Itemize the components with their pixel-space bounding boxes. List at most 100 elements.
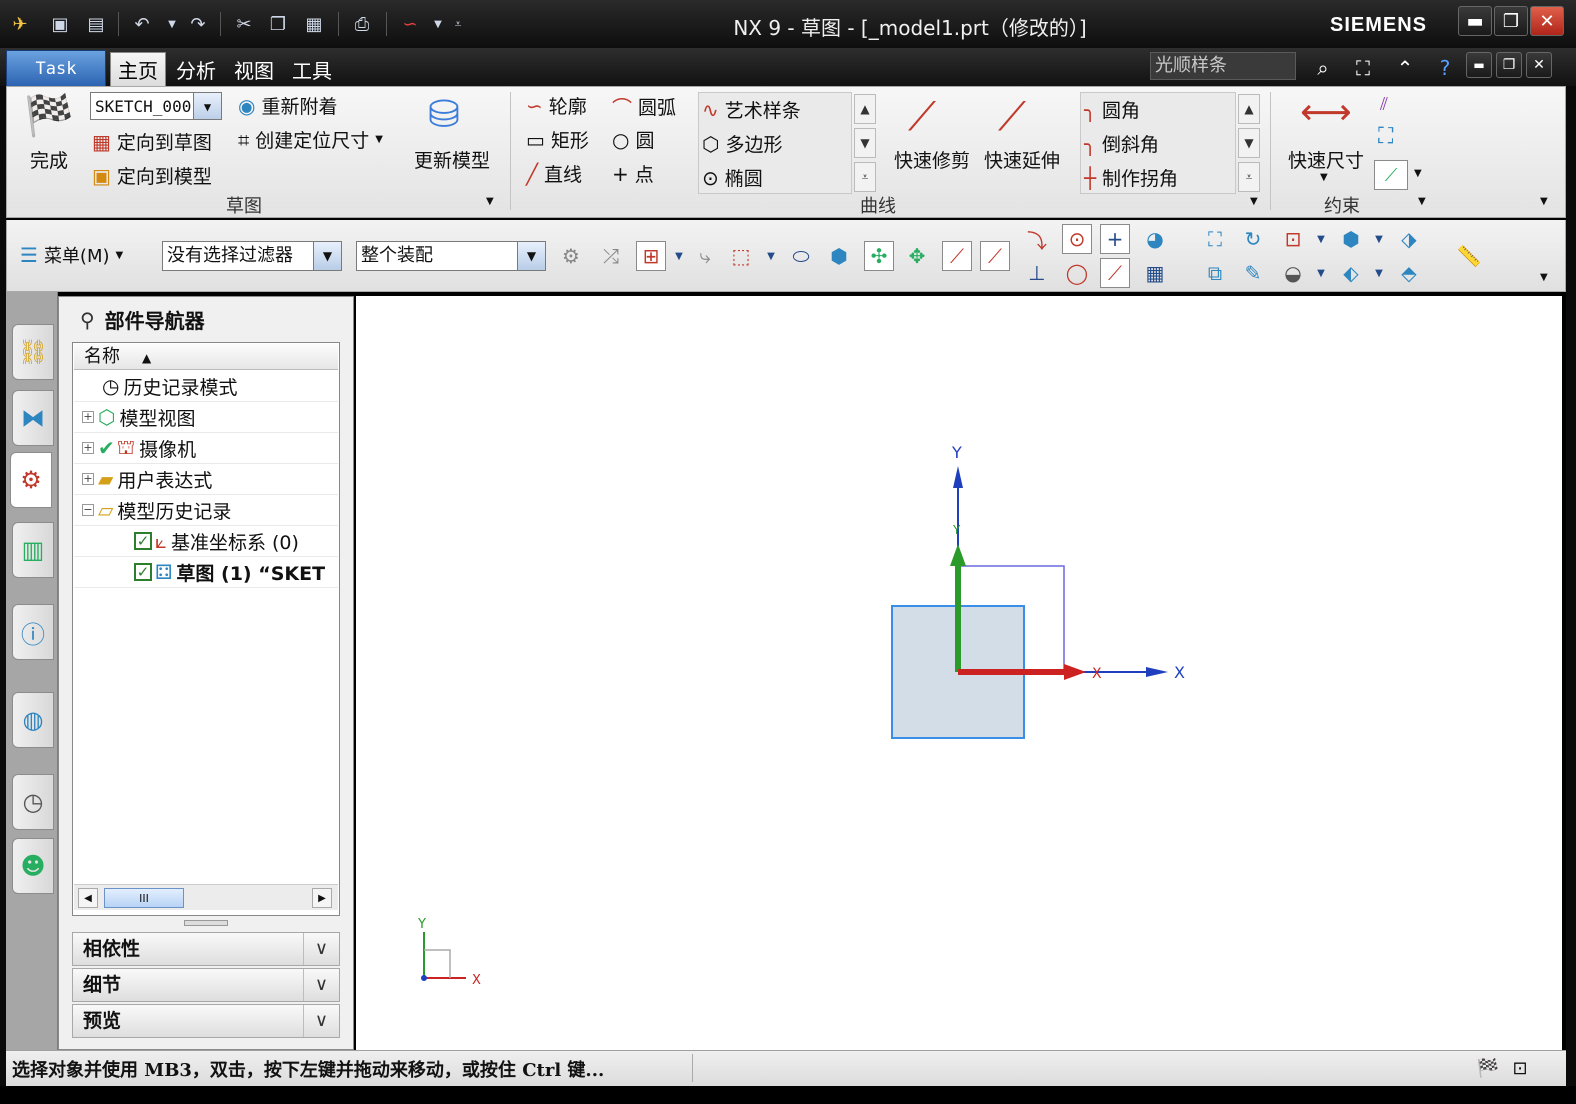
circle-snap-icon[interactable]: ◯ [1062,258,1092,288]
toolbar-options-icon[interactable]: ▼ [1540,272,1548,283]
reuse-library-icon[interactable]: ▥ [12,522,54,578]
hd3d-tools-icon[interactable]: ⓘ [12,604,54,660]
tree-row-model-views[interactable]: + ⬡ 模型视图 [74,402,338,433]
ellipse-button[interactable]: ⊙ 椭圆 [702,164,763,191]
sketch-viewport[interactable]: Y X X Y Y X [356,296,1562,1050]
horizontal-scrollbar[interactable]: ◀ III ▶ [74,884,338,910]
chevron-down-icon[interactable]: ∨ [303,933,339,965]
group-expand-icon[interactable]: ▼ [486,196,494,207]
fullscreen-icon[interactable]: ⊡ [1508,1056,1532,1080]
profile-button[interactable]: ∽ 轮廓 [526,92,587,119]
close-button[interactable]: ✕ [1530,6,1564,36]
paste-icon[interactable]: ▦ [300,10,328,38]
save-all-icon[interactable]: ▤ [82,10,110,38]
arc-button[interactable]: ⌒ 圆弧 [612,92,676,121]
point-snap-icon[interactable]: ✥ [902,241,932,271]
dropdown-icon[interactable]: ▼ [1320,172,1328,183]
create-dimension-button[interactable]: ⌗ 创建定位尺寸 ▼ [238,126,383,153]
customize-icon[interactable]: ⩡ [444,10,472,38]
midpoint-icon[interactable]: ⟋ [980,241,1010,271]
section-details[interactable]: 细节 ∨ [72,968,340,1002]
dropdown-icon[interactable]: ▼ [1414,168,1422,179]
update-model-button[interactable]: 更新模型 [414,146,490,173]
column-header-name[interactable]: 名称 ▲ [74,344,338,370]
expand-icon[interactable]: + [82,473,94,485]
constraint-icon[interactable]: ⫽ [1380,94,1388,115]
pin-icon[interactable]: ⚲ [80,308,95,332]
scroll-thumb[interactable]: III [104,888,184,908]
help-icon[interactable]: ? [1430,54,1460,82]
control-point-icon[interactable]: ⤵ [1022,224,1052,254]
type-filter-select[interactable]: 没有选择过滤器 ▼ [162,241,342,271]
undo-icon[interactable]: ↶ [128,10,156,38]
task-tab[interactable]: Task [6,50,106,86]
pan-icon[interactable]: ✎ [1238,258,1268,288]
tab-tools[interactable]: 工具 [286,52,338,86]
scroll-right-icon[interactable]: ▶ [312,888,332,908]
geometric-constraint-icon[interactable]: ⛶ [1378,124,1393,149]
finish-sketch-status-icon[interactable]: 🏁 [1476,1056,1500,1080]
gallery-up-icon[interactable]: ▲ [1238,94,1260,124]
on-curve-icon[interactable]: ⟋ [1100,258,1130,288]
finish-button[interactable]: 完成 [30,146,68,173]
update-model-icon[interactable]: ⛁ [428,92,460,136]
dropdown-icon[interactable]: ▼ [1306,258,1336,288]
chevron-down-icon[interactable]: ▼ [313,242,341,270]
curve-rule-icon[interactable]: ⤷ [690,241,720,271]
roles-icon[interactable]: ☻ [12,838,54,894]
quick-trim-icon[interactable]: ⟋ [908,94,936,140]
doc-minimize-button[interactable]: ▬ [1466,52,1492,78]
dropdown-icon[interactable]: ▼ [756,241,786,271]
face-select-icon[interactable]: ⬭ [786,241,816,271]
orient-to-model-button[interactable]: ▣ 定向到模型 [92,162,212,189]
tree-row-user-expressions[interactable]: + ▰ 用户表达式 [74,464,338,495]
chevron-down-icon[interactable]: ∨ [303,1005,339,1037]
checkbox-checked[interactable]: ✓ [134,563,152,581]
polygon-button[interactable]: ⬡ 多边形 [702,130,782,157]
selection-scope-select[interactable]: 整个装配 ▼ [356,241,546,271]
endpoint-icon[interactable]: ⟋ [942,241,972,271]
quadrant-icon[interactable]: ◕ [1140,224,1170,254]
layer-icon[interactable]: ⬖ [1336,258,1366,288]
scroll-left-icon[interactable]: ◀ [78,888,98,908]
assembly-navigator-icon[interactable]: ⛓ [12,324,54,380]
collapse-ribbon-icon[interactable]: ⌃ [1390,54,1420,82]
snap-point-icon[interactable]: ✣ [864,241,894,271]
tree-row-model-history[interactable]: − ▱ 模型历史记录 [74,495,338,526]
gallery-up-icon[interactable]: ▲ [854,94,876,124]
menu-button[interactable]: ☰ 菜单(M) ▼ [20,242,123,268]
rapid-dimension-button[interactable]: 快速尺寸 [1288,146,1364,173]
dropdown-icon[interactable]: ▼ [1306,224,1336,254]
minimize-button[interactable]: ▬ [1458,6,1492,36]
rotate-icon[interactable]: ↻ [1238,224,1268,254]
splitter-handle[interactable] [184,920,228,926]
measure-icon[interactable]: 📏 [1454,241,1484,271]
group-expand-icon[interactable]: ▼ [1418,196,1426,207]
make-corner-button[interactable]: ┼ 制作拐角 [1084,164,1178,191]
orient-view-icon[interactable]: ⬗ [1394,224,1424,254]
gallery-more-icon[interactable]: ⩡ [854,162,876,192]
expand-icon[interactable]: + [82,411,94,423]
fillet-button[interactable]: ╮ 圆角 [1084,96,1140,123]
arc-center-icon[interactable]: ⊙ [1062,224,1092,254]
gallery-more-icon[interactable]: ⩡ [1238,162,1260,192]
doc-close-button[interactable]: ✕ [1526,52,1552,78]
dropdown-icon[interactable]: ▼ [1364,224,1394,254]
quick-extend-button[interactable]: 快速延伸 [984,146,1060,173]
ribbon-options-icon[interactable]: ▼ [1540,196,1548,207]
line-button[interactable]: ╱ 直线 [526,160,582,187]
view-triad-icon[interactable]: ⬘ [1394,258,1424,288]
snap-view-icon[interactable]: ⧉ [1200,258,1230,288]
tree-row-datum-csys[interactable]: ✓ ⟀ 基准坐标系 (0) [74,526,338,557]
rectangle-button[interactable]: ▭ 矩形 [526,126,589,153]
print-icon[interactable]: ⎙ [348,10,376,38]
history-icon[interactable]: ◷ [12,774,54,830]
checkbox-checked[interactable]: ✓ [134,532,152,550]
chevron-down-icon[interactable]: ▼ [193,93,221,119]
copy-icon[interactable]: ❐ [264,10,292,38]
section-preview[interactable]: 预览 ∨ [72,1004,340,1038]
tab-view[interactable]: 视图 [228,52,280,86]
gallery-down-icon[interactable]: ▼ [1238,128,1260,158]
group-expand-icon[interactable]: ▼ [1250,196,1258,207]
quick-trim-button[interactable]: 快速修剪 [894,146,970,173]
